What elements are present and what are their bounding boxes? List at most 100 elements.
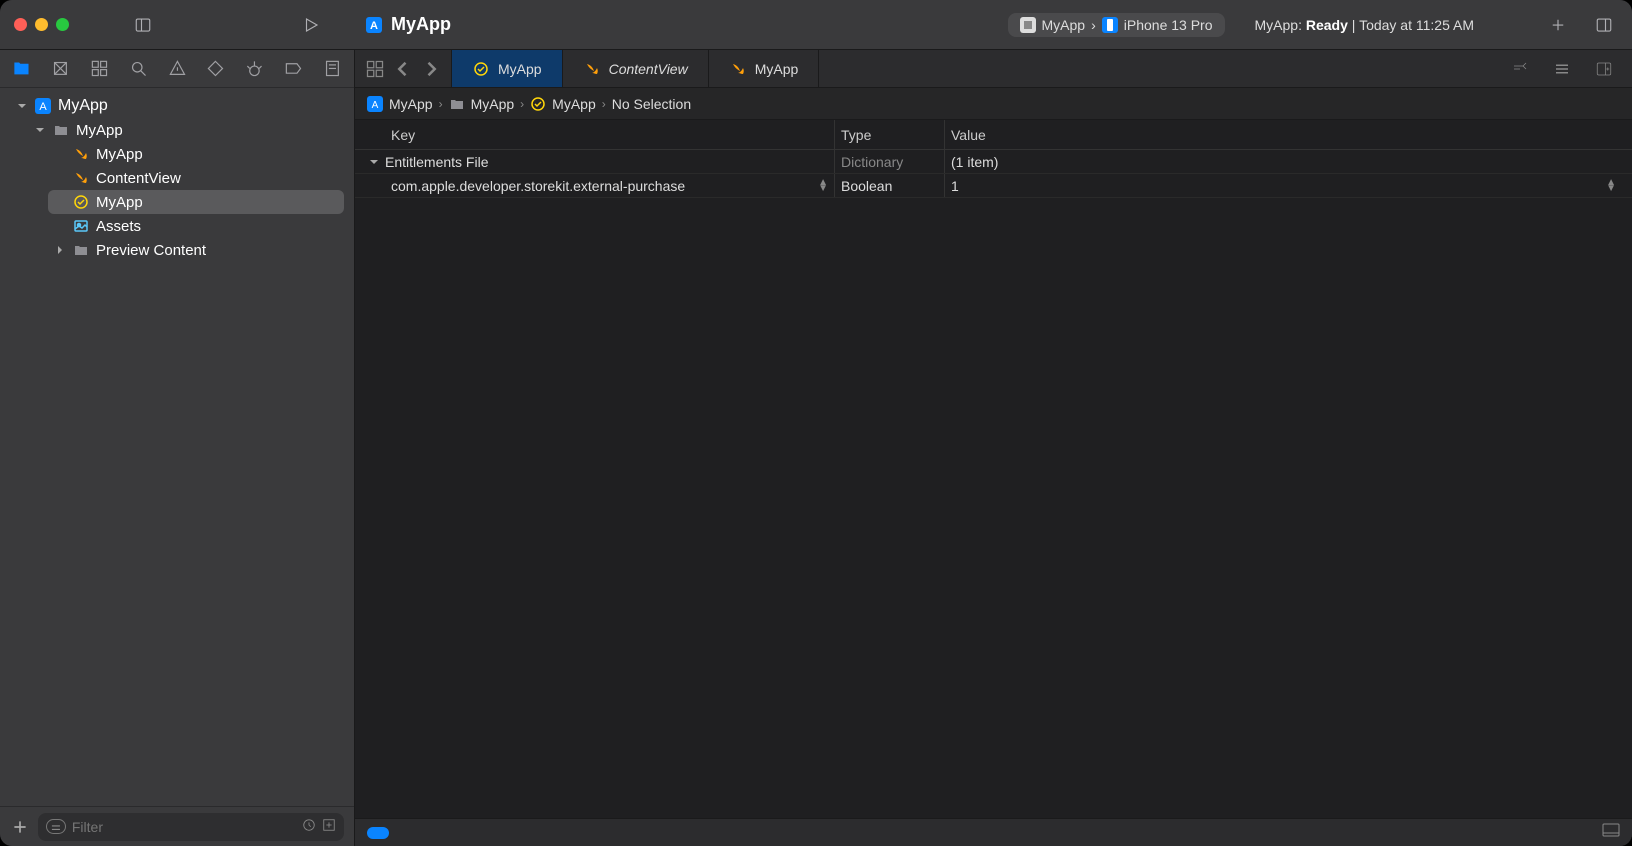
tree-item-swift[interactable]: ContentView xyxy=(48,166,344,190)
plist-row[interactable]: com.apple.developer.storekit.external-pu… xyxy=(355,174,1632,198)
plist-type[interactable]: Boolean xyxy=(835,174,945,197)
project-title: MyApp xyxy=(391,14,451,35)
swift-icon xyxy=(72,169,90,187)
toggle-inspector-icon[interactable] xyxy=(1590,11,1618,39)
crumb-item[interactable]: MyApp xyxy=(552,96,596,112)
nav-back-icon[interactable] xyxy=(393,59,413,79)
stepper-icon[interactable]: ▲▼ xyxy=(1606,180,1616,192)
jump-bar[interactable]: A MyApp › MyApp › MyApp › No Selection xyxy=(355,88,1632,120)
svg-text:A: A xyxy=(39,101,47,113)
entitlements-icon xyxy=(472,60,490,78)
tree-item-label: Preview Content xyxy=(96,242,206,259)
editor-options-icon[interactable] xyxy=(1548,55,1576,83)
folder-icon xyxy=(52,121,70,139)
editor-area: MyApp ContentView MyApp A MyApp xyxy=(355,50,1632,846)
col-value[interactable]: Value xyxy=(945,120,1632,149)
report-navigator-tab[interactable] xyxy=(323,59,342,79)
chevron-down-icon[interactable] xyxy=(16,101,28,111)
tab-contentview[interactable]: ContentView xyxy=(563,50,709,87)
tab-label: ContentView xyxy=(609,61,688,77)
tab-label: MyApp xyxy=(755,61,799,77)
add-editor-icon[interactable] xyxy=(1590,55,1618,83)
editor-tabbar: MyApp ContentView MyApp xyxy=(355,50,1632,88)
symbol-navigator-tab[interactable] xyxy=(90,59,109,79)
tab-myapp-swift[interactable]: MyApp xyxy=(709,50,820,87)
swift-icon xyxy=(729,60,747,78)
filter-input[interactable] xyxy=(72,819,296,835)
plist-row[interactable]: Entitlements File Dictionary (1 item) xyxy=(355,150,1632,174)
tree-item-label: Assets xyxy=(96,218,141,235)
recent-icon[interactable] xyxy=(302,818,316,835)
window-close-button[interactable] xyxy=(14,18,27,31)
chevron-right-icon: › xyxy=(439,97,443,111)
test-navigator-tab[interactable] xyxy=(206,59,225,79)
assets-icon xyxy=(72,217,90,235)
col-key[interactable]: Key xyxy=(355,120,835,149)
add-file-button[interactable] xyxy=(10,817,30,837)
tree-item-folder[interactable]: Preview Content xyxy=(48,238,344,262)
run-button[interactable] xyxy=(297,11,325,39)
plist-header-row: Key Type Value xyxy=(355,120,1632,150)
scm-icon[interactable] xyxy=(322,818,336,835)
svg-text:A: A xyxy=(370,20,378,32)
chevron-right-icon[interactable] xyxy=(54,245,66,255)
find-navigator-tab[interactable] xyxy=(129,59,148,79)
plist-editor: Key Type Value Entitlements File Diction… xyxy=(355,120,1632,846)
filter-field[interactable]: ⚌ xyxy=(38,813,344,841)
folder-icon xyxy=(449,96,465,112)
plist-type[interactable]: Dictionary xyxy=(835,150,945,173)
device-icon xyxy=(1102,17,1118,33)
canvas-toggle-icon[interactable] xyxy=(1602,823,1620,842)
project-tree: A MyApp MyApp MyApp ContentView xyxy=(0,88,354,806)
issue-navigator-tab[interactable] xyxy=(168,59,187,79)
tree-item-assets[interactable]: Assets xyxy=(48,214,344,238)
chevron-down-icon[interactable] xyxy=(34,125,46,135)
source-control-navigator-tab[interactable] xyxy=(51,59,70,79)
plist-key[interactable]: Entitlements File xyxy=(385,154,488,170)
crumb-item[interactable]: MyApp xyxy=(389,96,433,112)
crumb-item-no-selection[interactable]: No Selection xyxy=(612,96,691,112)
project-icon: A xyxy=(367,96,383,112)
window-minimize-button[interactable] xyxy=(35,18,48,31)
stepper-icon[interactable]: ▲▼ xyxy=(818,180,828,192)
chevron-down-icon[interactable] xyxy=(367,157,381,167)
tab-label: MyApp xyxy=(498,61,542,77)
nav-forward-icon[interactable] xyxy=(421,59,441,79)
tree-group-label: MyApp xyxy=(76,122,123,139)
plist-value[interactable]: 1 xyxy=(951,178,959,194)
col-type[interactable]: Type xyxy=(835,120,945,149)
svg-text:A: A xyxy=(372,100,379,111)
status-pill[interactable] xyxy=(367,827,389,839)
toggle-review-icon[interactable] xyxy=(1506,55,1534,83)
navigator-sidebar: A MyApp MyApp MyApp ContentView xyxy=(0,50,355,846)
tree-item-swift[interactable]: MyApp xyxy=(48,142,344,166)
titlebar: A MyApp MyApp › iPhone 13 Pro MyApp: Rea… xyxy=(0,0,1632,50)
project-icon: A xyxy=(34,97,52,115)
scheme-chevron: › xyxy=(1091,17,1096,33)
breakpoint-navigator-tab[interactable] xyxy=(284,59,303,79)
toggle-sidebar-icon[interactable] xyxy=(129,11,157,39)
project-app-icon: A xyxy=(365,16,383,34)
scheme-icon xyxy=(1020,17,1036,33)
tree-item-entitlements[interactable]: MyApp xyxy=(48,190,344,214)
tree-group[interactable]: MyApp xyxy=(28,118,344,142)
tab-entitlements[interactable]: MyApp xyxy=(452,50,563,87)
scheme-selector[interactable]: MyApp › iPhone 13 Pro xyxy=(1008,13,1225,37)
tree-item-label: ContentView xyxy=(96,170,181,187)
tree-root-label: MyApp xyxy=(58,97,108,115)
crumb-item[interactable]: MyApp xyxy=(471,96,515,112)
related-items-icon[interactable] xyxy=(365,59,385,79)
chevron-right-icon: › xyxy=(602,97,606,111)
swift-icon xyxy=(583,60,601,78)
folder-icon xyxy=(72,241,90,259)
plist-value[interactable]: (1 item) xyxy=(945,150,1632,173)
plist-key[interactable]: com.apple.developer.storekit.external-pu… xyxy=(391,178,685,194)
status-text: MyApp: Ready | Today at 11:25 AM xyxy=(1255,17,1475,33)
tree-item-label: MyApp xyxy=(96,146,143,163)
project-navigator-tab[interactable] xyxy=(12,59,31,79)
add-button[interactable] xyxy=(1544,11,1572,39)
window-zoom-button[interactable] xyxy=(56,18,69,31)
tree-root[interactable]: A MyApp xyxy=(10,94,344,118)
debug-navigator-tab[interactable] xyxy=(245,59,264,79)
chevron-right-icon: › xyxy=(520,97,524,111)
